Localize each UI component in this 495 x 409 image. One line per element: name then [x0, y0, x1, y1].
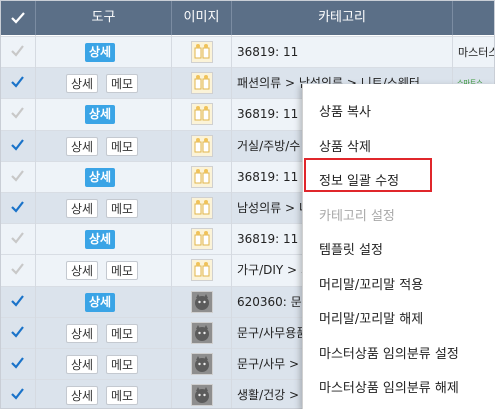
detail-button[interactable]: 상세: [66, 199, 98, 218]
memo-button[interactable]: 메모: [106, 323, 138, 343]
context-menu-item[interactable]: 상품 삭제: [319, 136, 371, 155]
context-menu-item[interactable]: 머리말/꼬리말 해제: [319, 308, 423, 327]
category-text: 거실/주방/수: [237, 138, 301, 153]
context-menu-item[interactable]: 머리말/꼬리말 적용: [319, 274, 423, 293]
row-check-icon[interactable]: [9, 293, 25, 309]
header-image[interactable]: 이미지: [172, 1, 231, 35]
product-thumbnail-cat[interactable]: [191, 290, 213, 313]
header-tool[interactable]: 도구: [36, 1, 171, 35]
product-thumbnail[interactable]: [191, 103, 213, 126]
context-menu-item[interactable]: 마스터상품 임의분류 설정: [319, 343, 459, 362]
detail-button[interactable]: 상세: [66, 261, 98, 281]
extra-text: 마스터스: [458, 46, 495, 59]
detail-button[interactable]: 상세: [85, 105, 115, 125]
detail-button[interactable]: 상세: [85, 167, 115, 187]
row-check-icon[interactable]: [9, 261, 25, 277]
detail-button[interactable]: 상세: [66, 74, 98, 94]
product-thumbnail-cat[interactable]: [191, 321, 213, 344]
category-text: 남성의류 > 니: [237, 201, 310, 215]
detail-button[interactable]: 상세: [66, 136, 98, 156]
category-text: 36819: 11: [237, 232, 299, 247]
row-check-icon[interactable]: [9, 324, 25, 340]
context-menu-item[interactable]: 마스터상품 임의분류 해제: [319, 377, 459, 396]
product-thumbnail[interactable]: [191, 228, 213, 251]
row-check-icon[interactable]: [9, 386, 25, 402]
table-row[interactable]: 상세 36819: 11 마스터스: [1, 36, 494, 68]
row-check-icon[interactable]: [9, 137, 25, 153]
header-divider: [452, 1, 453, 35]
header-check-icon[interactable]: [1, 1, 35, 35]
product-thumbnail[interactable]: [191, 165, 213, 188]
product-thumbnail[interactable]: [191, 134, 213, 157]
row-check-icon[interactable]: [9, 355, 25, 371]
product-thumbnail[interactable]: [191, 197, 213, 219]
detail-button[interactable]: 상세: [85, 43, 115, 62]
category-text: 36819: 11: [237, 45, 299, 59]
category-text: 가구/DIY > 기: [237, 263, 312, 278]
detail-button[interactable]: 상세: [66, 386, 98, 406]
product-thumbnail[interactable]: [191, 259, 213, 282]
grid-header: 도구 이미지 카테고리: [1, 1, 494, 35]
context-menu: 상품 복사 상품 삭제 정보 일괄 수정 카테고리 설정 템플릿 설정 머리말/꼬리말 적…: [302, 84, 495, 409]
header-category[interactable]: 카테고리: [232, 1, 452, 35]
memo-button[interactable]: 메모: [106, 136, 138, 156]
row-check-icon[interactable]: [9, 230, 25, 246]
context-menu-item[interactable]: 템플릿 설정: [319, 239, 383, 258]
memo-button[interactable]: 메모: [106, 386, 138, 406]
row-check-icon[interactable]: [9, 168, 25, 184]
column-divider: [231, 35, 232, 408]
category-text: 36819: 11: [237, 107, 299, 122]
context-menu-item: 카테고리 설정: [319, 208, 395, 224]
row-check-icon[interactable]: [9, 74, 25, 90]
memo-button[interactable]: 메모: [106, 355, 138, 374]
row-check-icon[interactable]: [9, 105, 25, 121]
highlight-box: [304, 158, 432, 192]
category-text: 36819: 11: [237, 169, 299, 184]
category-text: 문구/사무용품: [237, 325, 308, 340]
product-thumbnail[interactable]: [191, 41, 213, 63]
row-check-icon[interactable]: [9, 43, 25, 59]
product-thumbnail[interactable]: [191, 72, 213, 95]
column-divider: [35, 35, 36, 408]
product-thumbnail-cat[interactable]: [191, 384, 213, 407]
detail-button[interactable]: 상세: [85, 230, 115, 250]
detail-button[interactable]: 상세: [66, 323, 98, 343]
row-check-icon[interactable]: [9, 199, 25, 215]
memo-button[interactable]: 메모: [106, 261, 138, 281]
context-menu-item[interactable]: 상품 복사: [319, 101, 371, 120]
detail-button[interactable]: 상세: [85, 292, 115, 312]
memo-button[interactable]: 메모: [106, 74, 138, 94]
column-divider: [171, 35, 172, 408]
product-thumbnail-cat[interactable]: [191, 353, 213, 375]
detail-button[interactable]: 상세: [66, 355, 98, 374]
memo-button[interactable]: 메모: [106, 199, 138, 218]
